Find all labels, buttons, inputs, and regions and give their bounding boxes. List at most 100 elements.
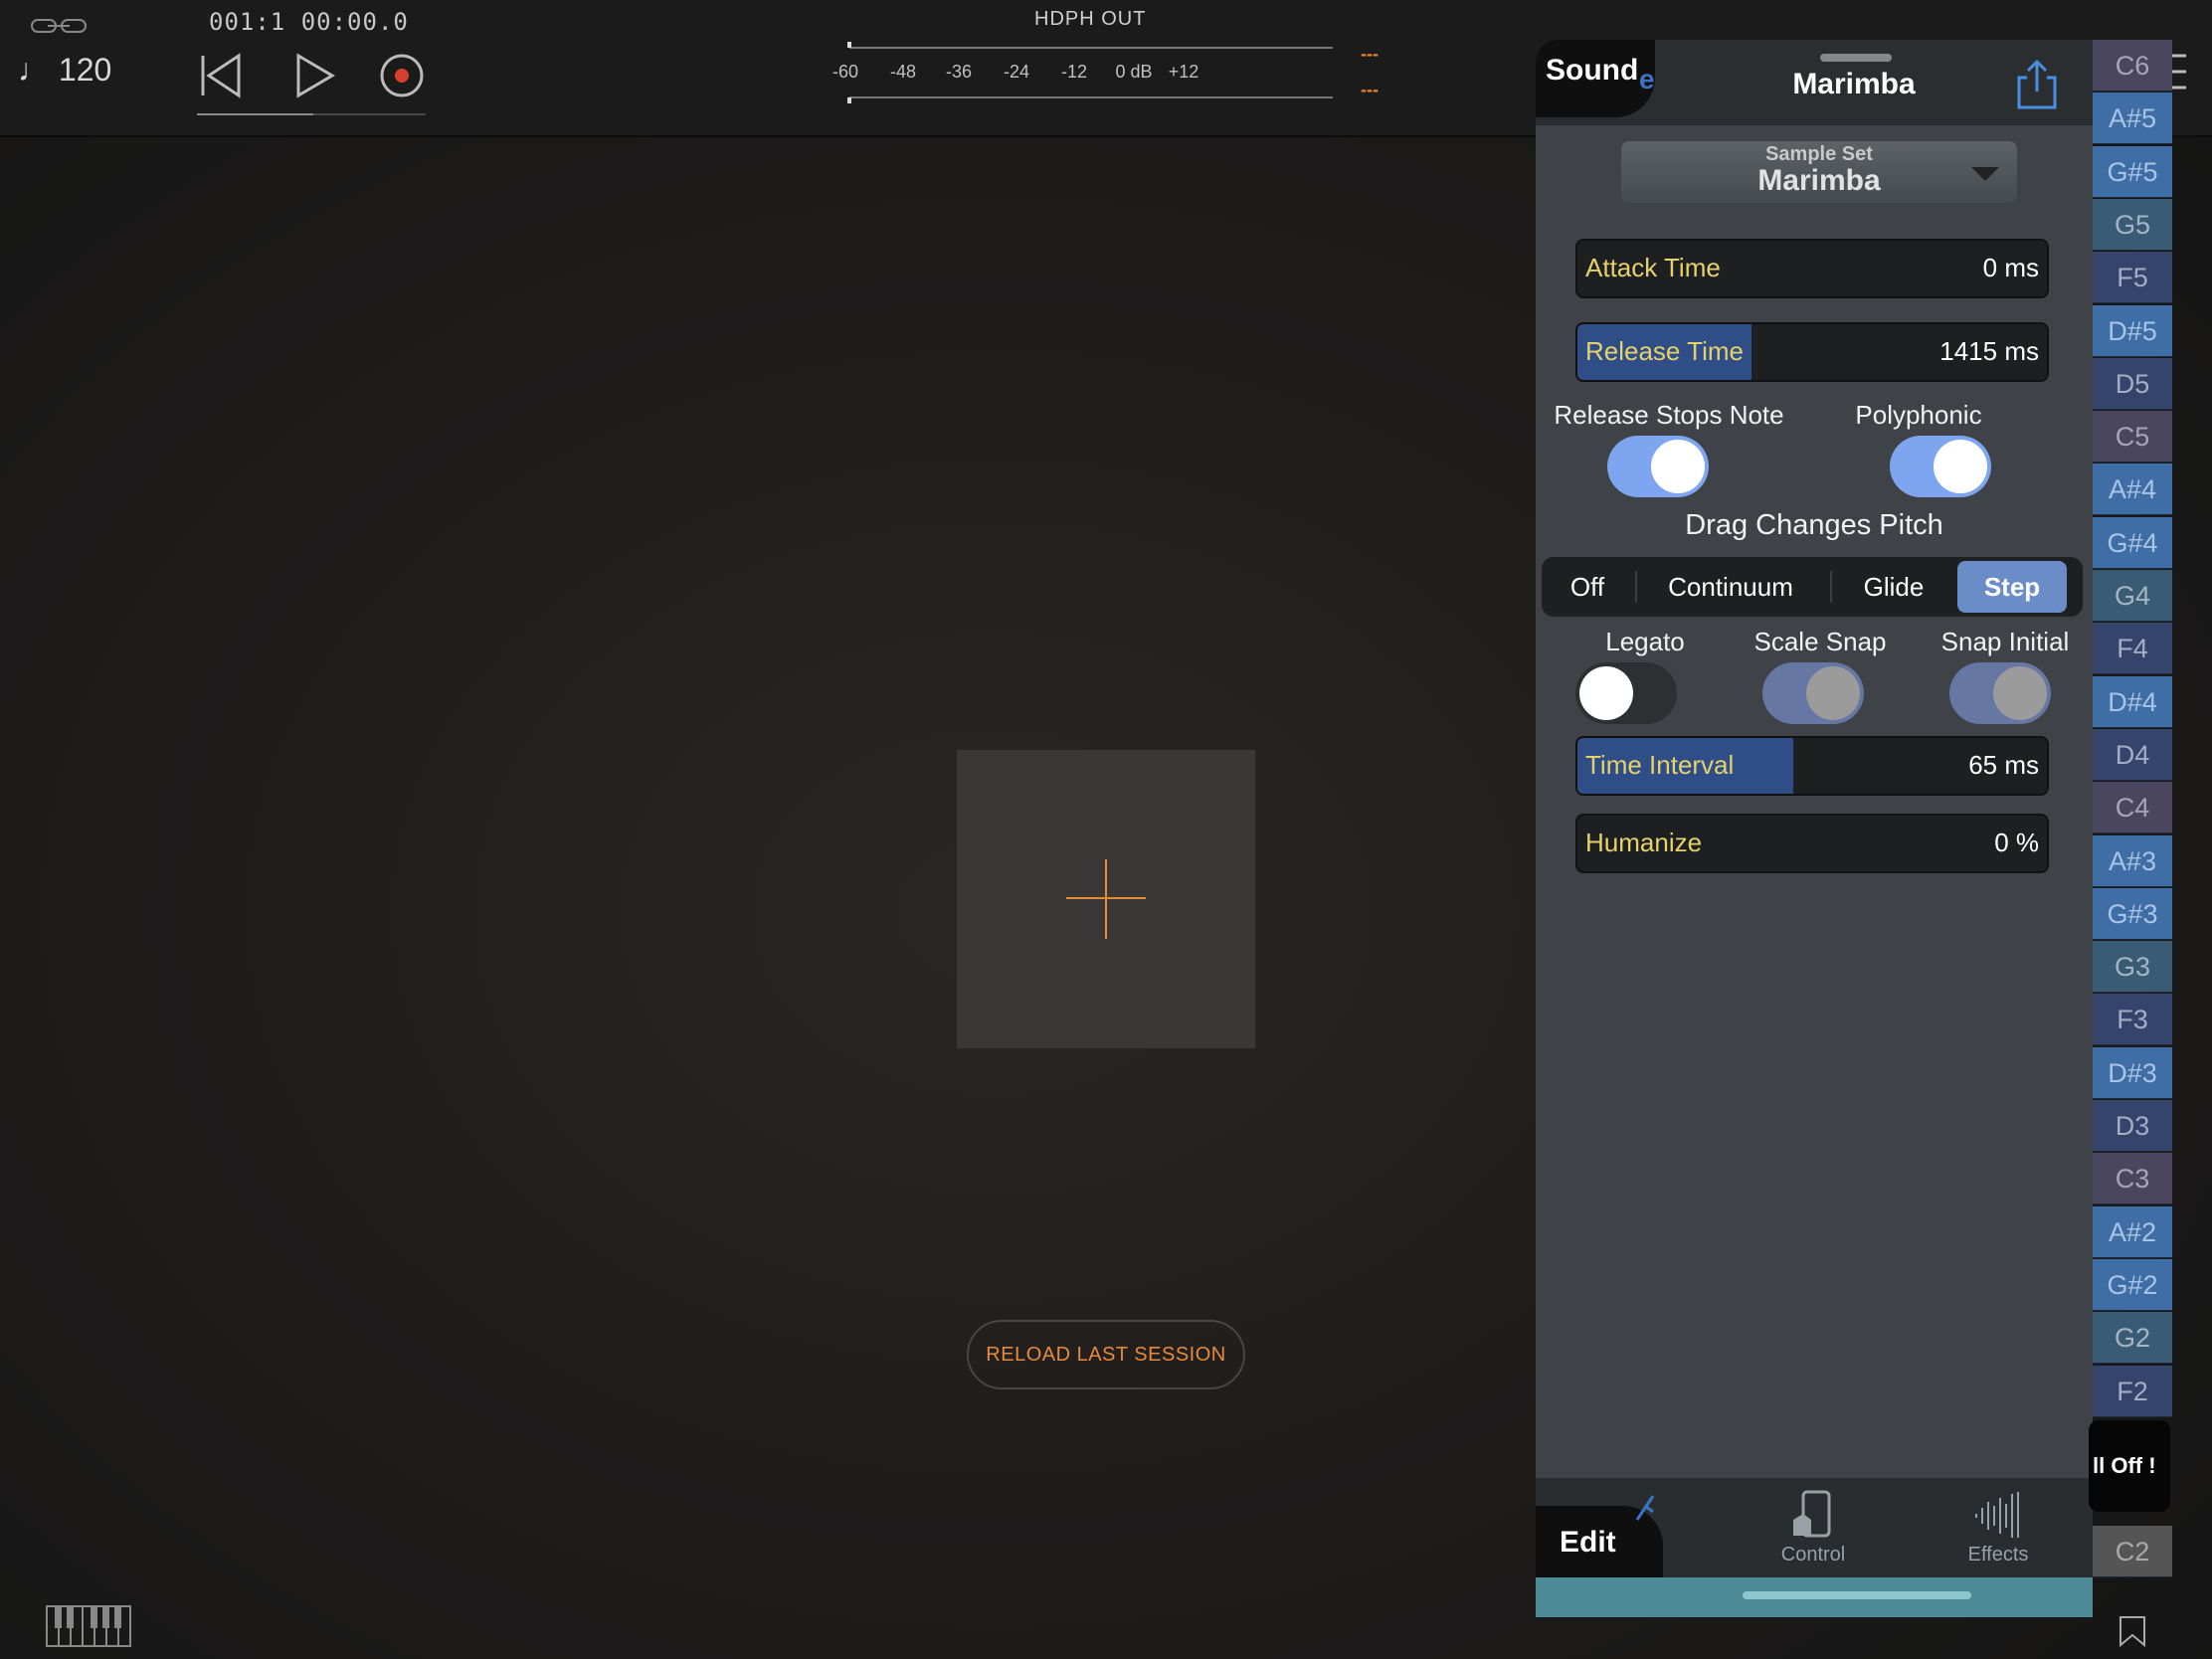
sound-panel: Sound e Marimba Sample Set Marimba Attac… [1536, 40, 2093, 1617]
humanize-label: Humanize [1585, 828, 1703, 857]
segment-step[interactable]: Step [1957, 561, 2067, 613]
scale-snap-toggle[interactable] [1762, 662, 1864, 724]
panel-title: Marimba [1792, 68, 1916, 100]
sample-set-label: Sample Set [1765, 143, 1873, 165]
snap-initial-toggle[interactable] [1949, 662, 2051, 724]
effects-tab[interactable]: Effects [1934, 1490, 2063, 1567]
note-key-c4[interactable]: C4 [2093, 782, 2172, 834]
note-key-c6[interactable]: C6 [2093, 40, 2172, 92]
rewind-icon[interactable] [195, 50, 251, 101]
note-key-d4[interactable]: D4 [2093, 728, 2172, 781]
legato-label: Legato [1605, 627, 1685, 656]
control-tab[interactable]: Control [1749, 1490, 1878, 1567]
sample-set-dropdown[interactable]: Sample Set Marimba [1621, 141, 2017, 203]
control-tab-label: Control [1780, 1544, 1846, 1566]
note-key-gsharp4[interactable]: G#4 [2093, 516, 2172, 569]
attack-time-label: Attack Time [1585, 253, 1721, 282]
scale-snap-label: Scale Snap [1753, 627, 1887, 656]
home-indicator[interactable] [1743, 1591, 1971, 1599]
note-key-g5[interactable]: G5 [2093, 198, 2172, 251]
note-key-dsharp5[interactable]: D#5 [2093, 304, 2172, 357]
segment-glide[interactable]: Glide [1840, 561, 1947, 613]
level-meter [847, 42, 1333, 103]
reload-last-session-button[interactable]: RELOAD LAST SESSION [967, 1320, 1245, 1389]
keyboard-icon[interactable] [46, 1605, 131, 1647]
attack-time-value: 0 ms [1982, 253, 2039, 282]
humanize-slider[interactable]: Humanize 0 % [1575, 814, 2049, 873]
note-key-c3[interactable]: C3 [2093, 1153, 2172, 1205]
bookmark-icon[interactable] [2117, 1615, 2148, 1647]
note-key-f2[interactable]: F2 [2093, 1365, 2172, 1417]
note-key-asharp2[interactable]: A#2 [2093, 1205, 2172, 1258]
link-icon[interactable] [30, 16, 88, 36]
release-time-label: Release Time [1585, 336, 1744, 366]
panel-header: Sound e Marimba [1536, 40, 2093, 125]
note-key-f5[interactable]: F5 [2093, 252, 2172, 304]
tuning-fork-icon [1635, 1495, 1655, 1521]
note-key-c5[interactable]: C5 [2093, 411, 2172, 463]
meter-tick-label: -24 [1003, 62, 1030, 82]
position-display: 001:1 00:00.0 [209, 8, 409, 36]
segment-continuum[interactable]: Continuum [1641, 561, 1820, 613]
note-key-g3[interactable]: G3 [2093, 941, 2172, 994]
note-key-asharp4[interactable]: A#4 [2093, 463, 2172, 516]
meter-tick-label: -60 [831, 62, 859, 82]
attack-time-slider[interactable]: Attack Time 0 ms [1575, 239, 2049, 298]
note-key-asharp5[interactable]: A#5 [2093, 92, 2172, 145]
release-time-slider[interactable]: Release Time 1415 ms [1575, 322, 2049, 382]
play-icon[interactable] [288, 50, 344, 101]
note-key-g4[interactable]: G4 [2093, 570, 2172, 622]
meter-label: HDPH OUT [1034, 8, 1147, 30]
note-key-gsharp5[interactable]: G#5 [2093, 145, 2172, 198]
segment-off[interactable]: Off [1548, 561, 1627, 613]
meter-tick-label: +12 [1168, 62, 1199, 82]
legato-toggle[interactable] [1575, 662, 1677, 724]
chevron-down-icon [1971, 167, 1999, 181]
polyphonic-label: Polyphonic [1855, 400, 1982, 430]
note-key-c2[interactable]: C2 [2093, 1526, 2172, 1577]
sample-set-value: Marimba [1757, 164, 1881, 197]
edit-tab-label: Edit [1560, 1526, 1616, 1559]
sound-tab[interactable]: Sound e [1536, 40, 1655, 117]
release-stops-note-label: Release Stops Note [1554, 400, 1784, 430]
note-key-gsharp3[interactable]: G#3 [2093, 887, 2172, 940]
panel-bottom-bar [1536, 1577, 2093, 1617]
humanize-value: 0 % [1994, 828, 2039, 857]
note-key-d5[interactable]: D5 [2093, 357, 2172, 410]
note-key-dsharp3[interactable]: D#3 [2093, 1046, 2172, 1099]
add-instrument-button[interactable] [957, 750, 1255, 1048]
note-key-gsharp2[interactable]: G#2 [2093, 1258, 2172, 1311]
transport-progress [197, 113, 426, 115]
menu-icon[interactable] [2172, 52, 2186, 92]
drag-pitch-segmented: Off Continuum Glide Step [1542, 557, 2083, 617]
phone-hand-icon [1793, 1490, 1831, 1538]
meter-tick-label: -12 [1060, 62, 1088, 82]
meter-tick-label: 0 dB [1115, 62, 1153, 82]
tempo-display[interactable]: ♩ 120 [18, 52, 111, 89]
peak-right: --- [1361, 80, 1379, 99]
release-time-value: 1415 ms [1939, 336, 2039, 366]
drag-changes-pitch-label: Drag Changes Pitch [1685, 509, 1943, 541]
effects-tab-label: Effects [1967, 1544, 2029, 1566]
panel-grabber[interactable] [1820, 54, 1892, 62]
meter-tick-label: -36 [945, 62, 973, 82]
panel-tab-bar: Edit Control Effects [1536, 1478, 2093, 1577]
note-key-g2[interactable]: G2 [2093, 1312, 2172, 1365]
polyphonic-toggle[interactable] [1890, 436, 1991, 497]
time-interval-value: 65 ms [1968, 750, 2039, 780]
release-stops-note-toggle[interactable] [1607, 436, 1709, 497]
effects-icon [1975, 1492, 2019, 1538]
all-off-button[interactable]: ll Off ! [2089, 1420, 2170, 1512]
sound-tab-label: Sound [1546, 54, 1639, 87]
time-interval-slider[interactable]: Time Interval 65 ms [1575, 736, 2049, 796]
meter-tick-label: -48 [889, 62, 917, 82]
note-key-f3[interactable]: F3 [2093, 994, 2172, 1046]
note-key-f4[interactable]: F4 [2093, 623, 2172, 675]
peak-left: --- [1361, 44, 1379, 64]
record-icon[interactable] [374, 50, 430, 101]
note-key-asharp3[interactable]: A#3 [2093, 834, 2172, 887]
note-key-dsharp4[interactable]: D#4 [2093, 675, 2172, 728]
time-interval-label: Time Interval [1585, 750, 1735, 780]
share-icon[interactable] [2013, 58, 2061, 111]
note-key-d3[interactable]: D3 [2093, 1100, 2172, 1152]
